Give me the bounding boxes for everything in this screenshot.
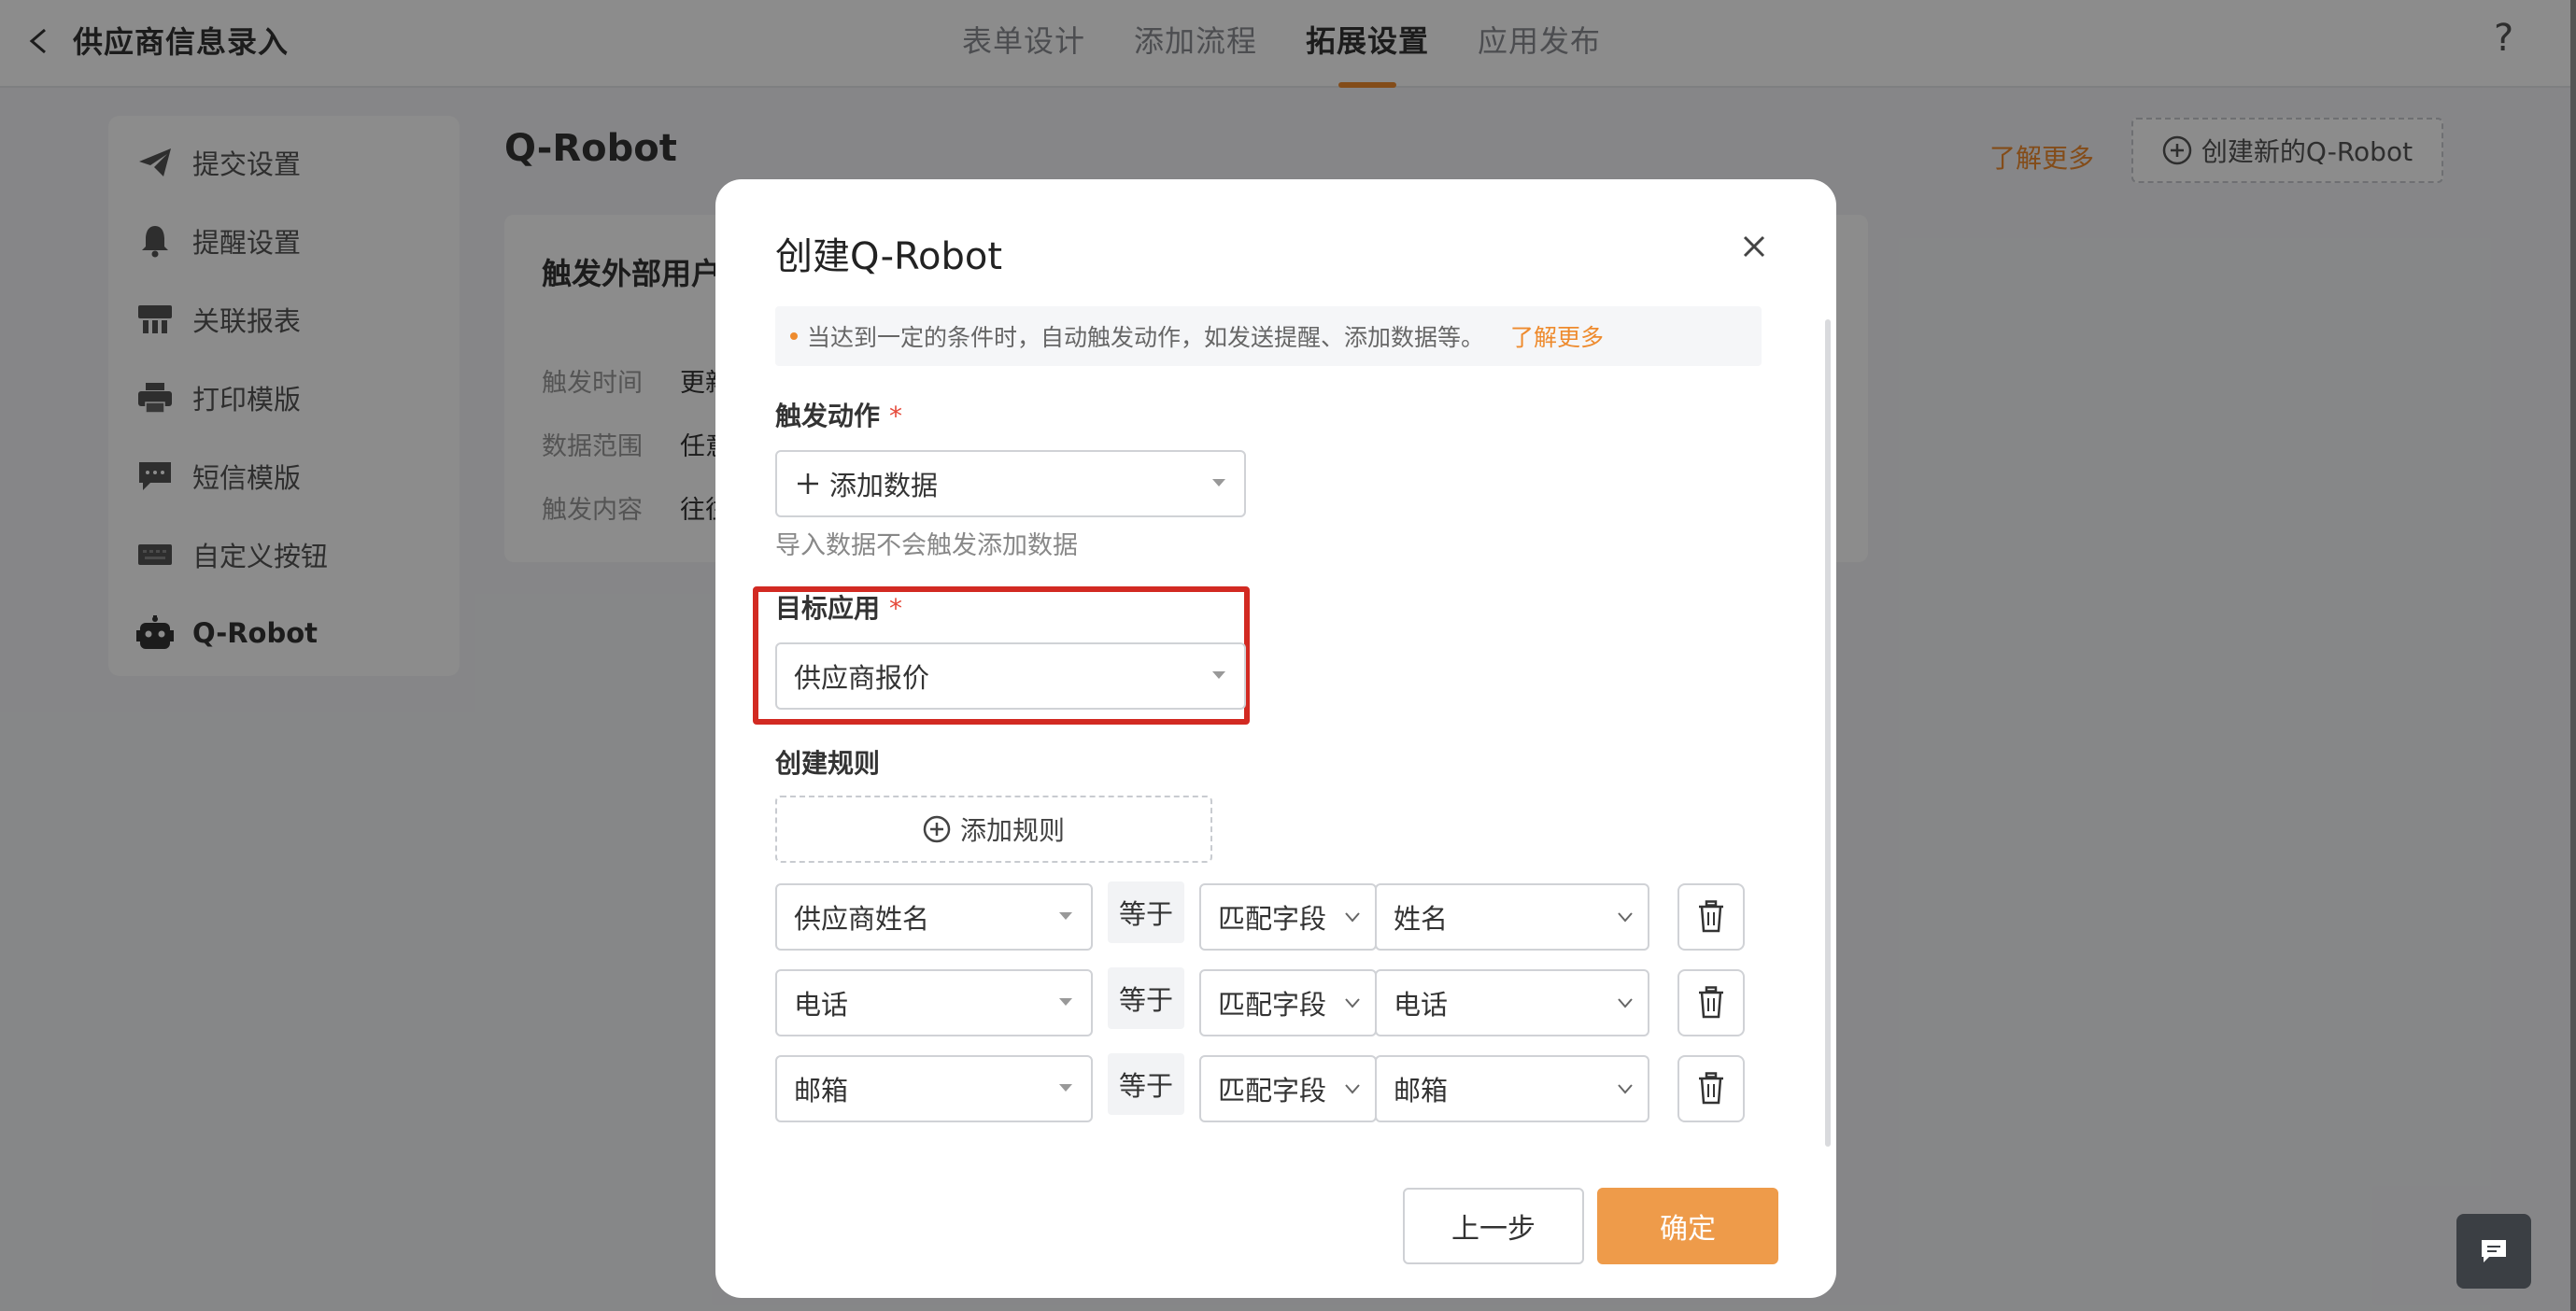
match-type-select[interactable]: 匹配字段 [1199, 969, 1377, 1036]
create-q-robot-dialog: 创建Q-Robot 当达到一定的条件时，自动触发动作，如发送提醒、添加数据等。 … [715, 179, 1836, 1298]
label-text: 触发动作 [775, 401, 881, 431]
delete-rule-button[interactable] [1677, 1055, 1745, 1122]
chevron-down-icon [1345, 998, 1360, 1008]
window-edge [2570, 0, 2576, 1311]
plus-icon [798, 473, 818, 494]
select-value: 匹配字段 [1218, 903, 1327, 935]
operator-tag: 等于 [1108, 881, 1184, 943]
caret-down-icon [1212, 671, 1225, 679]
previous-step-button[interactable]: 上一步 [1403, 1188, 1584, 1264]
delete-rule-button[interactable] [1677, 883, 1745, 951]
match-type-select[interactable]: 匹配字段 [1199, 1055, 1377, 1122]
chevron-down-icon [1618, 998, 1633, 1008]
required-mark: * [889, 401, 903, 431]
caret-down-icon [1212, 479, 1225, 486]
notice-text: 当达到一定的条件时，自动触发动作，如发送提醒、添加数据等。 [807, 324, 1485, 351]
select-value: 匹配字段 [1218, 989, 1327, 1021]
close-icon[interactable] [1737, 230, 1771, 263]
select-value: 供应商报价 [794, 662, 930, 694]
target-app-label: 目标应用 * [775, 588, 902, 626]
chevron-down-icon [1345, 912, 1360, 923]
chevron-down-icon [1345, 1084, 1360, 1094]
create-rules-label: 创建规则 [775, 748, 881, 779]
plus-circle-icon [923, 815, 951, 843]
rule-field-select[interactable]: 邮箱 [775, 1055, 1093, 1122]
target-field-select[interactable]: 邮箱 [1375, 1055, 1649, 1122]
operator-tag: 等于 [1108, 1053, 1184, 1115]
notice-learn-more-link[interactable]: 了解更多 [1510, 319, 1604, 353]
chevron-down-icon [1618, 912, 1633, 923]
target-field-select[interactable]: 电话 [1375, 969, 1649, 1036]
caret-down-icon [1059, 998, 1072, 1006]
trash-icon [1699, 900, 1723, 933]
dialog-scrollbar[interactable] [1825, 319, 1831, 1147]
trigger-hint: 导入数据不会触发添加数据 [775, 531, 1078, 560]
required-mark: * [889, 593, 903, 624]
rule-field-select[interactable]: 供应商姓名 [775, 883, 1093, 951]
target-field-select[interactable]: 姓名 [1375, 883, 1649, 951]
target-app-select[interactable]: 供应商报价 [775, 642, 1246, 710]
operator-tag: 等于 [1108, 967, 1184, 1029]
select-value: 供应商姓名 [794, 903, 930, 935]
select-value: 姓名 [1394, 903, 1449, 935]
trigger-action-select[interactable]: 添加数据 [775, 450, 1246, 517]
rule-field-select[interactable]: 电话 [775, 969, 1093, 1036]
delete-rule-button[interactable] [1677, 969, 1745, 1036]
add-rule-label: 添加规则 [959, 815, 1065, 846]
select-value: 添加数据 [829, 470, 939, 501]
bullet-dot-icon [790, 332, 798, 340]
info-notice: 当达到一定的条件时，自动触发动作，如发送提醒、添加数据等。 了解更多 [775, 306, 1762, 366]
caret-down-icon [1059, 912, 1072, 920]
select-value: 匹配字段 [1218, 1075, 1327, 1107]
chevron-down-icon [1618, 1084, 1633, 1094]
select-value: 电话 [1394, 989, 1449, 1021]
trash-icon [1699, 1072, 1723, 1105]
trigger-action-label: 触发动作 * [775, 396, 902, 433]
trash-icon [1699, 986, 1723, 1019]
chat-button[interactable] [2456, 1214, 2531, 1289]
match-type-select[interactable]: 匹配字段 [1199, 883, 1377, 951]
select-value: 电话 [794, 989, 849, 1021]
label-text: 目标应用 [775, 593, 881, 624]
select-value: 邮箱 [794, 1075, 849, 1107]
add-rule-button[interactable]: 添加规则 [775, 796, 1212, 863]
confirm-button[interactable]: 确定 [1597, 1188, 1778, 1264]
chat-icon [2482, 1240, 2506, 1262]
dialog-title: 创建Q-Robot [775, 235, 1003, 278]
select-value: 邮箱 [1394, 1075, 1449, 1107]
caret-down-icon [1059, 1084, 1072, 1092]
